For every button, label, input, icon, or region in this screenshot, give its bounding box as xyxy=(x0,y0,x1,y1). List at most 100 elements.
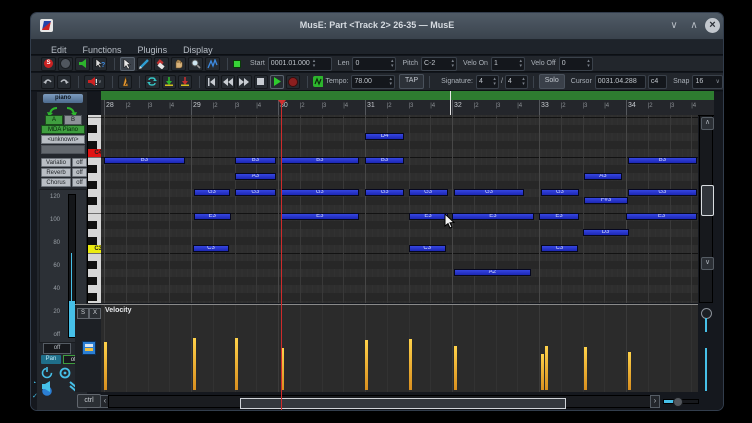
midi-note-G3[interactable]: G3 xyxy=(235,189,277,196)
metronome-button[interactable] xyxy=(118,75,132,89)
midi-note-B3[interactable]: B3 xyxy=(104,157,185,164)
pointer-tool-button[interactable] xyxy=(120,57,135,71)
midi-note-E3[interactable]: E3 xyxy=(409,213,448,220)
maximize-button[interactable]: ∧ xyxy=(687,19,701,33)
midi-thru-button[interactable] xyxy=(75,57,90,71)
pitch-spinbox[interactable]: C-2▴▾ xyxy=(421,57,457,71)
midi-note-G3[interactable]: G3 xyxy=(541,189,579,196)
power-icon[interactable] xyxy=(41,367,55,379)
lane-splitter-slider[interactable] xyxy=(701,308,711,391)
black-key-D#3[interactable] xyxy=(88,221,97,229)
midi-note-B3[interactable]: B3 xyxy=(235,157,277,164)
panic-button[interactable] xyxy=(58,57,73,71)
rewind-button[interactable] xyxy=(221,75,235,89)
tap-button[interactable]: TAP xyxy=(399,74,424,89)
black-key-F#2[interactable] xyxy=(88,293,97,301)
note-canvas[interactable]: D4B3B3B3B3B3A3A3G3G3G3G3G3G3G3G3F#3E3E3E… xyxy=(101,115,698,303)
midi-note-A3[interactable]: A3 xyxy=(235,173,277,180)
titlebar[interactable]: MusE: Part <Track 2> 26-35 — MusE ∨ ∧ × xyxy=(31,13,723,40)
midi-note-B3[interactable]: B3 xyxy=(281,157,359,164)
velocity-bar[interactable] xyxy=(541,354,544,390)
black-key-A#2[interactable] xyxy=(88,261,97,269)
black-key-C#4[interactable] xyxy=(88,141,97,149)
whats-this-button[interactable]: ? xyxy=(92,57,107,71)
variation-send-row[interactable]: Variatiooff xyxy=(41,158,87,167)
midi-note-G3[interactable]: G3 xyxy=(409,189,448,196)
solo-button[interactable]: Solo xyxy=(539,74,565,89)
midi-note-D3[interactable]: D3 xyxy=(583,229,629,236)
black-key-G#2[interactable] xyxy=(88,277,97,285)
midi-note-C3[interactable]: C3 xyxy=(541,245,578,252)
record-button[interactable] xyxy=(286,75,300,89)
knob-ring-icon[interactable] xyxy=(59,367,73,379)
midi-note-F#3[interactable]: F#3 xyxy=(584,197,628,204)
velocity-bar[interactable] xyxy=(454,346,457,390)
controller-close-button[interactable]: X xyxy=(89,308,101,319)
midi-note-A2[interactable]: A2 xyxy=(454,269,531,276)
black-key-A#3[interactable] xyxy=(88,165,97,173)
eraser-tool-button[interactable] xyxy=(154,57,169,71)
midi-note-B3[interactable]: B3 xyxy=(628,157,697,164)
len-spinbox[interactable]: 0▴▾ xyxy=(352,57,396,71)
midi-note-G3[interactable]: G3 xyxy=(365,189,404,196)
controller-a-button[interactable]: A xyxy=(45,115,63,125)
midi-note-C3[interactable]: C3 xyxy=(409,245,446,252)
controller-select-icon[interactable] xyxy=(82,341,96,355)
start-spinbox[interactable]: 0001.01.000▴▾ xyxy=(268,57,332,71)
solo-icon-button[interactable]: S xyxy=(41,57,56,71)
midi-note-A3[interactable]: A3 xyxy=(584,173,621,180)
velocity-bar[interactable] xyxy=(365,340,368,390)
midi-note-D4[interactable]: D4 xyxy=(365,133,404,140)
close-button[interactable]: × xyxy=(705,18,720,33)
minimize-button[interactable]: ∨ xyxy=(667,19,681,33)
controller-solo-button[interactable]: S xyxy=(77,308,89,319)
velocity-bar[interactable] xyxy=(584,347,587,390)
snap-dropdown[interactable]: 16∨ xyxy=(692,75,722,89)
midi-note-E3[interactable]: E3 xyxy=(452,213,534,220)
velocity-bar[interactable] xyxy=(235,338,238,390)
forward-button[interactable] xyxy=(237,75,251,89)
midi-note-C3[interactable]: C3 xyxy=(193,245,230,252)
midi-note-E3[interactable]: E3 xyxy=(626,213,697,220)
midi-note-E3[interactable]: E3 xyxy=(539,213,579,220)
scroll-down-button[interactable]: ∨ xyxy=(701,257,714,270)
midi-note-G3[interactable]: G3 xyxy=(628,189,697,196)
black-key-F#3[interactable] xyxy=(88,197,97,205)
stop-button[interactable] xyxy=(254,75,268,89)
sig-num-spinbox[interactable]: 4▴▾ xyxy=(476,75,499,89)
midi-note-E3[interactable]: E3 xyxy=(194,213,231,220)
midi-note-G3[interactable]: G3 xyxy=(281,189,359,196)
velo-off-spinbox[interactable]: 0▴▾ xyxy=(559,57,593,71)
velocity-bar[interactable] xyxy=(193,338,196,390)
draw-tool-button[interactable] xyxy=(205,57,220,71)
piano-keyboard[interactable]: C4C3 xyxy=(87,115,101,303)
reverb-send-row[interactable]: Reverboff xyxy=(41,168,87,177)
controller-b-button[interactable]: B xyxy=(64,115,82,125)
black-key-G#3[interactable] xyxy=(88,181,97,189)
black-key-D#4[interactable] xyxy=(88,125,97,133)
rewind-start-button[interactable] xyxy=(205,75,219,89)
vertical-scrollbar[interactable]: ∧ ∨ xyxy=(699,115,713,303)
midi-note-G3[interactable]: G3 xyxy=(454,189,524,196)
chorus-send-row[interactable]: Chorusoff xyxy=(41,178,87,187)
zoom-slider[interactable] xyxy=(663,399,699,404)
pencil-tool-button[interactable] xyxy=(137,57,152,71)
marked-key-C4[interactable]: C4 xyxy=(88,149,101,157)
punch-in-button[interactable] xyxy=(162,75,176,89)
midi-note-B3[interactable]: B3 xyxy=(365,157,404,164)
black-key-C#3[interactable] xyxy=(88,237,97,245)
loop-button[interactable] xyxy=(145,75,159,89)
midi-note-E3[interactable]: E3 xyxy=(281,213,359,220)
zoom-slider-knob[interactable] xyxy=(673,397,683,407)
midi-note-G3[interactable]: G3 xyxy=(194,189,231,196)
velocity-bar[interactable] xyxy=(409,339,412,390)
zoom-tool-button[interactable] xyxy=(188,57,203,71)
velocity-bar[interactable] xyxy=(104,342,107,390)
patch-selector[interactable]: MDA Piano xyxy=(41,125,85,134)
vertical-scroll-thumb[interactable] xyxy=(701,185,714,216)
horizontal-scrollbar[interactable] xyxy=(108,395,651,408)
midi-panic-button[interactable]: ! ∨ xyxy=(84,75,105,89)
volume-value-box[interactable]: off xyxy=(43,343,71,354)
sig-den-spinbox[interactable]: 4▴▾ xyxy=(505,75,528,89)
velocity-bar[interactable] xyxy=(628,352,631,390)
